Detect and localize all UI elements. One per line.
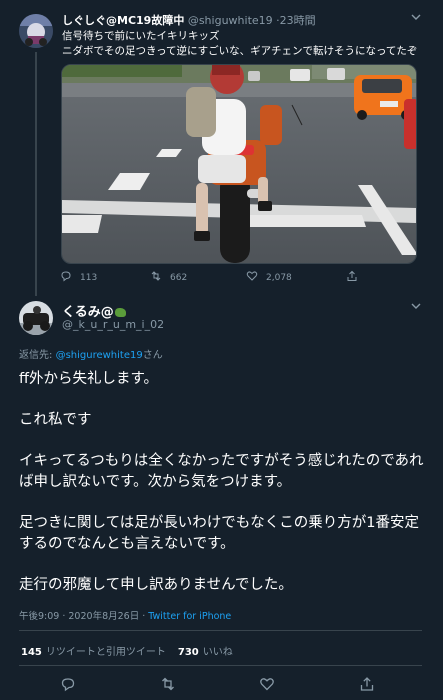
tweet-time[interactable]: 23時間 [280,14,316,27]
tweet-text: 信号待ちで前にいたイキリキッズ ニダボでその足つきって逆にすごいな、ギアチェンで… [62,29,421,59]
reply-icon[interactable] [60,270,72,285]
like-stats-label: いいね [202,647,233,658]
tweet-photo[interactable]: 55-52 [61,64,417,264]
tweet-text-line: 信号待ちで前にいたイキリキッズ [62,30,220,42]
reply-suffix: さん [142,350,163,361]
retweet-icon[interactable] [160,676,176,692]
tweet-metadata: 午後9:09 · 2020年8月26日 · Twitter for iPhone [19,608,231,622]
avatar[interactable] [19,14,53,48]
retweet-icon[interactable] [150,270,162,285]
user-handle[interactable]: @_k_u_r_u_m_i_02 [62,318,164,331]
avatar[interactable] [19,301,53,335]
display-name[interactable]: しぐしぐ@MC19故障中 [62,14,184,27]
like-stats-link[interactable]: 730 いいね [178,647,233,658]
tweet-actions: 113 662 2,078 [60,270,380,286]
like-total: 730 [177,647,199,658]
source-client-link[interactable]: Twitter for iPhone [148,611,231,622]
reply-prefix: 返信先: [19,350,56,361]
tweet-header: しぐしぐ@MC19故障中 @shiguwhite19 ·23時間 [62,12,413,28]
retweet-total: 145 [21,647,42,658]
like-action[interactable]: 2,078 [246,270,292,285]
tweet-action-bar [0,676,443,694]
original-tweet[interactable]: しぐしぐ@MC19故障中 @shiguwhite19 ·23時間 信号待ちで前に… [0,0,443,298]
reply-action[interactable]: 113 [60,270,97,285]
tweet-paragraph: ff外から失礼します。 [19,371,159,387]
retweet-action[interactable]: 662 [150,270,187,285]
share-icon[interactable] [359,676,375,692]
chevron-down-icon[interactable] [411,12,421,25]
tweet-timestamp[interactable]: 午後9:09 · 2020年8月26日 · [19,611,148,622]
tweet-text-line: ニダボでその足つきって逆にすごいな、ギアチェンで転けそうになってたぞ [62,45,418,57]
chevron-down-icon[interactable] [411,301,421,314]
user-handle[interactable]: @shiguwhite19 [188,14,273,27]
tweet-paragraph: これ私です [19,412,92,428]
tweet-paragraph: 足つきに関しては足が長いわけでもなくこの乗り方が1番安定するのでなんとも言えない… [19,515,419,552]
reply-icon[interactable] [60,676,76,692]
share-icon[interactable] [346,270,358,285]
tweet-paragraph: 走行の邪魔して申し訳ありませんでした。 [19,577,293,593]
retweet-stats-link[interactable]: 145 リツイートと引用ツイート [21,647,166,658]
tweet-paragraph: イキってるつもりは全くなかったですがそう感じれたのであれば申し訳ないです。次から… [19,453,424,490]
reply-context: 返信先: @shigurewhite19さん [19,346,163,361]
like-icon[interactable] [246,270,258,285]
retweet-stats-label: リツイートと引用ツイート [45,647,166,658]
divider [19,630,422,631]
engagement-stats: 145 リツイートと引用ツイート 730 いいね [21,643,233,658]
reply-mention-link[interactable]: @shigurewhite19 [56,350,143,361]
like-count: 2,078 [266,272,292,283]
reply-count: 113 [80,272,98,283]
turtle-emoji-icon [114,308,126,317]
share-action[interactable] [346,270,358,285]
tweet-body: ff外から失礼します。 これ私です イキってるつもりは全くなかったですがそう感じ… [19,369,429,616]
retweet-count: 662 [170,272,188,283]
like-icon[interactable] [259,676,275,692]
divider [19,665,422,666]
